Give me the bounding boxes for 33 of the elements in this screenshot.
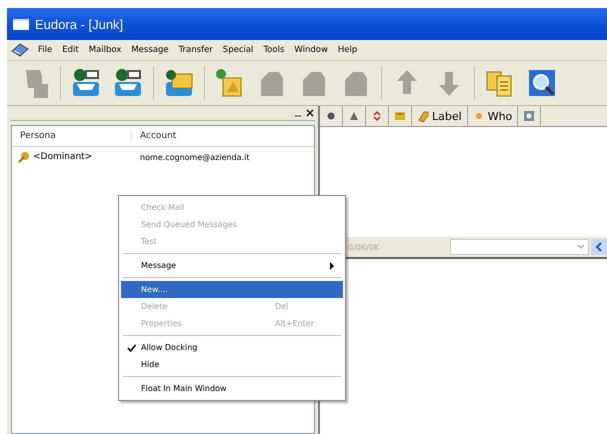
window-title: Eudora - [Junk] <box>35 16 124 32</box>
menu-item[interactable]: Window <box>289 45 333 55</box>
persona-name[interactable]: <Dominant> <box>33 152 92 162</box>
menu-item[interactable]: Special <box>218 45 258 55</box>
attachment-icon <box>394 110 406 122</box>
priority-icon <box>371 110 383 122</box>
column-header[interactable]: Account <box>132 131 176 141</box>
menu-item[interactable]: Float In Main Window <box>121 380 343 397</box>
menu-item[interactable]: Allow Docking <box>121 339 343 356</box>
scroll-left-icon[interactable] <box>591 239 607 255</box>
server-icon <box>523 110 536 122</box>
dot-icon <box>325 110 337 122</box>
menu-item[interactable]: File <box>33 45 58 55</box>
column-header[interactable]: Who <box>468 106 518 126</box>
column-header[interactable]: Persona <box>12 131 132 141</box>
triangle-icon <box>348 110 360 122</box>
tag-icon <box>417 110 429 122</box>
menu-item[interactable]: Message <box>121 257 343 274</box>
close-icon[interactable] <box>305 108 315 118</box>
menu-item[interactable]: Message <box>126 45 174 55</box>
menu-item[interactable]: Help <box>332 45 362 55</box>
menu-item[interactable]: Hide <box>121 356 343 373</box>
menu-item[interactable]: Transfer <box>174 45 218 55</box>
account-cell-text: nome.cognome@azienda.it <box>139 152 250 162</box>
persona-icon <box>18 151 30 163</box>
menu-item[interactable]: Tools <box>258 45 290 55</box>
menu-item[interactable]: New.... <box>121 281 343 298</box>
mailbox-size: 0/0K/0K <box>347 242 380 252</box>
menu-item[interactable]: Edit <box>57 45 84 55</box>
submenu-arrow-icon <box>329 262 335 270</box>
column-header[interactable]: Label <box>412 106 468 126</box>
menu-item[interactable]: Mailbox <box>84 45 126 55</box>
app-icon <box>13 18 29 30</box>
